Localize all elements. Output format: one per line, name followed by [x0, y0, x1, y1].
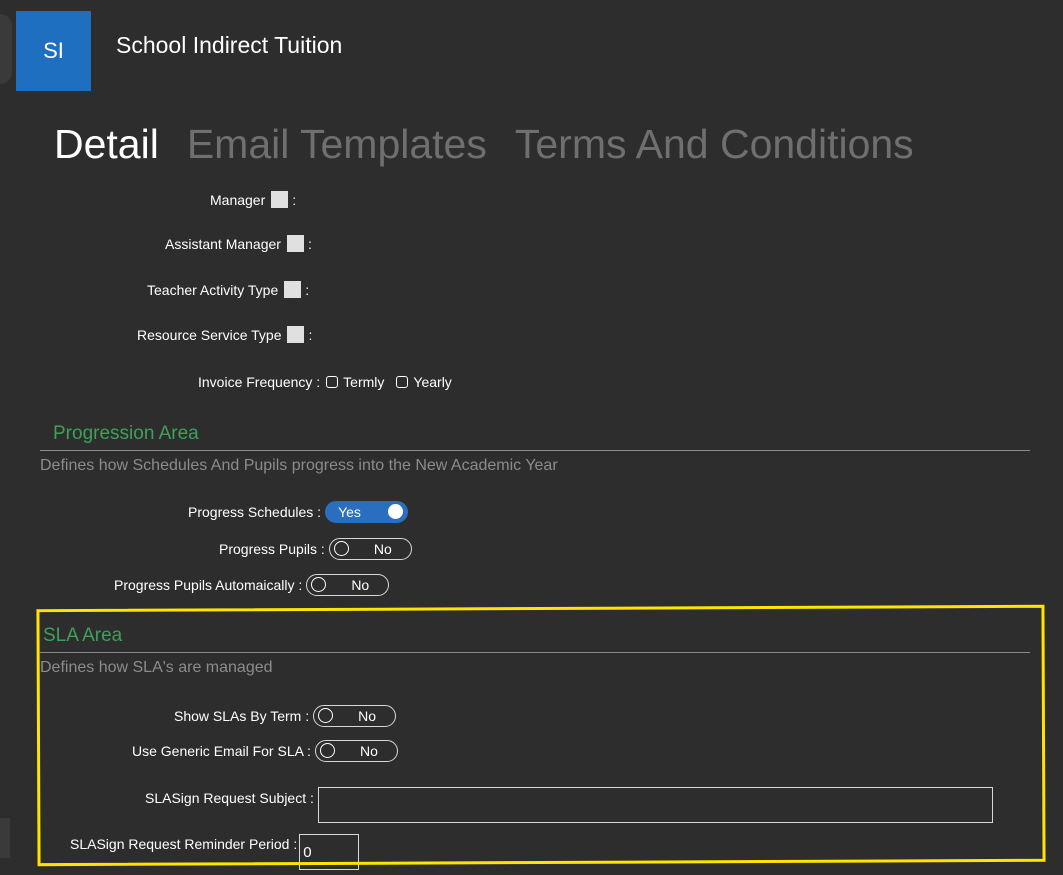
tab-bar: Detail Email Templates Terms And Conditi…	[54, 121, 914, 167]
assistant-manager-color-swatch[interactable]	[286, 235, 304, 252]
left-edge-bar	[0, 818, 10, 858]
resource-service-type-row: Resource Service Type :	[137, 326, 312, 343]
show-slas-by-term-value: No	[358, 708, 377, 724]
sla-area-description: Defines how SLA's are managed	[40, 659, 273, 676]
teacher-activity-type-colon: :	[305, 281, 310, 298]
yearly-label: Yearly	[413, 374, 452, 390]
show-slas-by-term-row: Show SLAs By Term : No	[174, 705, 397, 727]
generic-email-value: No	[359, 743, 378, 759]
toggle-knob	[319, 743, 335, 758]
termly-checkbox[interactable]	[326, 376, 339, 388]
teacher-activity-type-color-swatch[interactable]	[284, 281, 302, 298]
yearly-checkbox[interactable]	[396, 376, 409, 388]
generic-email-row: Use Generic Email For SLA : No	[132, 740, 398, 762]
termly-label: Termly	[343, 374, 385, 390]
show-slas-by-term-label: Show SLAs By Term :	[174, 708, 310, 724]
generic-email-label: Use Generic Email For SLA :	[132, 743, 311, 759]
show-slas-by-term-toggle[interactable]: No	[313, 705, 397, 727]
teacher-activity-type-row: Teacher Activity Type :	[147, 281, 309, 298]
toggle-knob	[333, 541, 349, 556]
request-subject-label: SLASign Request Subject :	[145, 790, 314, 806]
reminder-period-row: SLASign Request Reminder Period :	[70, 818, 360, 870]
progression-area-divider	[40, 450, 1030, 451]
reminder-period-label: SLASign Request Reminder Period :	[70, 836, 298, 852]
assistant-manager-label: Assistant Manager	[165, 235, 281, 252]
request-subject-row: SLASign Request Subject :	[145, 773, 993, 823]
progress-schedules-value: Yes	[338, 504, 361, 520]
resource-service-type-label: Resource Service Type	[137, 326, 282, 343]
sla-area-divider	[40, 652, 1030, 653]
progress-schedules-toggle[interactable]: Yes	[325, 501, 409, 523]
app-header: SI School Indirect Tuition	[16, 11, 342, 91]
progress-pupils-toggle[interactable]: No	[328, 538, 412, 560]
app-title: School Indirect Tuition	[116, 31, 343, 58]
app-avatar: SI	[16, 11, 91, 91]
progress-pupils-row: Progress Pupils : No	[219, 538, 412, 560]
progress-pupils-auto-toggle[interactable]: No	[306, 574, 390, 596]
progress-pupils-auto-label: Progress Pupils Automaically :	[114, 577, 303, 593]
assistant-manager-colon: :	[307, 235, 312, 252]
left-edge-control	[0, 14, 12, 84]
progression-area-title: Progression Area	[53, 423, 199, 444]
teacher-activity-type-label: Teacher Activity Type	[147, 281, 279, 298]
assistant-manager-row: Assistant Manager :	[165, 235, 312, 252]
invoice-frequency-label: Invoice Frequency :	[198, 374, 321, 390]
tab-terms-and-conditions[interactable]: Terms And Conditions	[515, 121, 914, 167]
manager-label: Manager	[210, 191, 266, 208]
progress-pupils-value: No	[373, 541, 392, 557]
progression-area-description: Defines how Schedules And Pupils progres…	[40, 457, 558, 474]
tab-email-templates[interactable]: Email Templates	[187, 121, 487, 167]
progress-pupils-auto-value: No	[351, 577, 370, 593]
progress-schedules-row: Progress Schedules : Yes	[188, 501, 409, 523]
manager-colon: :	[292, 191, 297, 208]
manager-row: Manager :	[210, 191, 296, 208]
tab-detail[interactable]: Detail	[54, 121, 159, 167]
reminder-period-input[interactable]	[299, 834, 360, 870]
progress-pupils-label: Progress Pupils :	[219, 541, 325, 557]
resource-service-type-colon: :	[308, 326, 313, 343]
toggle-knob	[318, 708, 334, 723]
progress-pupils-auto-row: Progress Pupils Automaically : No	[114, 574, 390, 596]
toggle-knob	[388, 504, 404, 519]
progress-schedules-label: Progress Schedules :	[188, 504, 322, 520]
invoice-frequency-row: Invoice Frequency : Termly Yearly	[198, 374, 458, 390]
resource-service-type-color-swatch[interactable]	[287, 326, 305, 343]
sla-area-title: SLA Area	[43, 625, 123, 646]
manager-color-swatch[interactable]	[271, 191, 289, 208]
toggle-knob	[311, 577, 327, 592]
generic-email-toggle[interactable]: No	[314, 740, 398, 762]
request-subject-input[interactable]	[317, 787, 993, 823]
